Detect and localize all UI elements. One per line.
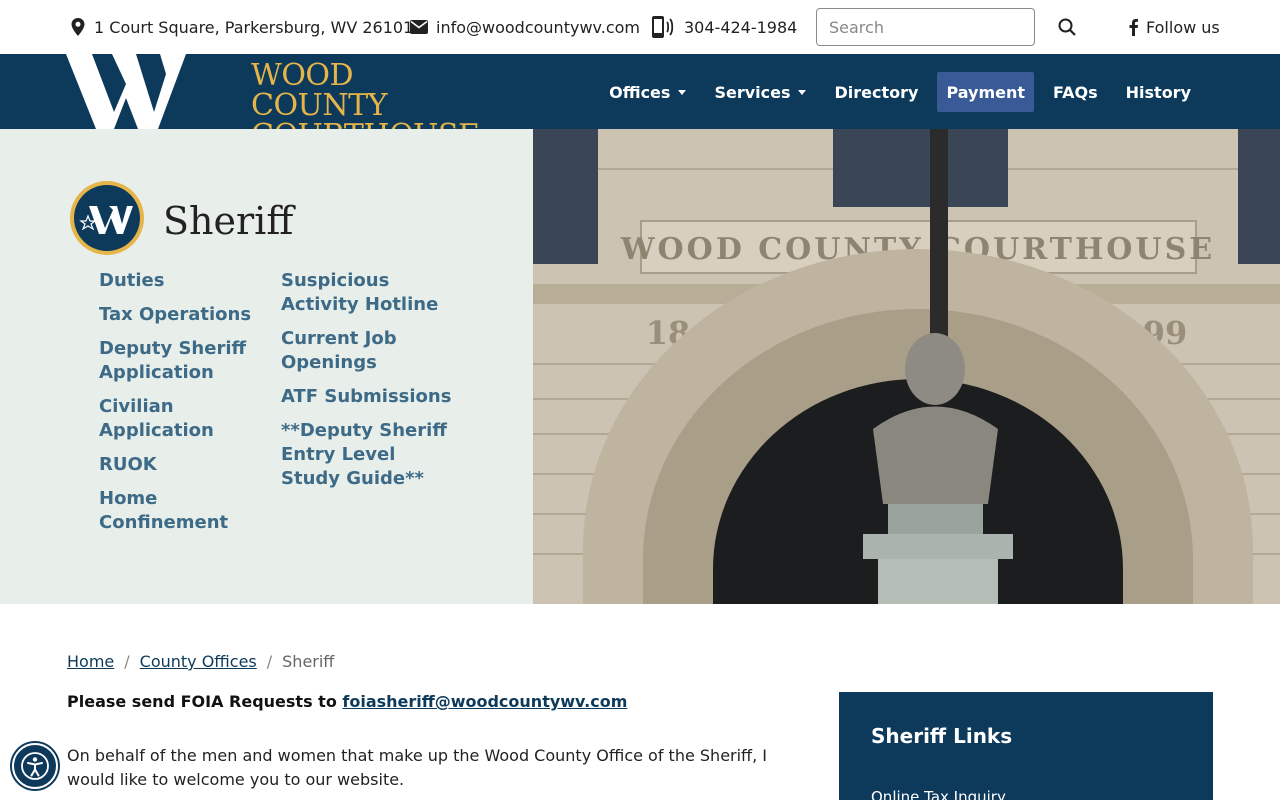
welcome-paragraph: On behalf of the men and women that make… — [67, 746, 767, 789]
breadcrumb-current: Sheriff — [282, 652, 335, 671]
link-home-confinement[interactable]: Home Confinement — [99, 487, 264, 535]
page-title: Sheriff — [163, 199, 294, 243]
foia-prefix: Please send FOIA Requests to — [67, 692, 343, 711]
nav-services[interactable]: Services — [705, 72, 815, 112]
link-ruok[interactable]: RUOK — [99, 453, 264, 477]
link-atf-submissions[interactable]: ATF Submissions — [281, 385, 456, 409]
breadcrumb-separator: / — [266, 652, 273, 671]
sheriff-links-col-2: Suspicious Activity Hotline Current Job … — [281, 269, 456, 501]
courthouse-photo: WOOD COUNTY COURTHOUSE 18 99 — [533, 129, 1280, 604]
nav-faqs[interactable]: FAQs — [1044, 72, 1107, 112]
phone-icon — [652, 16, 674, 38]
chevron-down-icon — [678, 89, 687, 95]
logo-line-1: WOOD COUNTY — [251, 58, 387, 123]
primary-nav: Offices Services Directory Payment FAQs … — [590, 72, 1200, 112]
breadcrumb-county-offices[interactable]: County Offices — [140, 652, 257, 671]
nav-directory[interactable]: Directory — [825, 72, 927, 112]
envelope-icon — [410, 20, 428, 34]
site-logo[interactable]: WOOD COUNTY COURTHOUSE — [66, 54, 480, 151]
phone-link[interactable]: 304-424-1984 — [684, 18, 797, 37]
nav-offices-label: Offices — [609, 82, 671, 102]
sheriff-links-title: Sheriff Links — [871, 724, 1013, 748]
breadcrumb-home[interactable]: Home — [67, 652, 114, 671]
link-civilian-application[interactable]: Civilian Application — [99, 395, 264, 443]
email-item[interactable]: info@woodcountywv.com — [410, 0, 640, 54]
link-current-job-openings[interactable]: Current Job Openings — [281, 327, 456, 375]
link-online-tax-inquiry[interactable]: Online Tax Inquiry — [871, 788, 1006, 800]
search-button[interactable] — [1054, 14, 1080, 40]
accessibility-button[interactable] — [12, 743, 58, 789]
hero-panel: Sheriff Duties Tax Operations Deputy She… — [0, 129, 533, 604]
top-utility-bar: 1 Court Square, Parkersburg, WV 26101 in… — [0, 0, 1280, 54]
link-suspicious-activity-hotline[interactable]: Suspicious Activity Hotline — [281, 269, 456, 317]
link-deputy-sheriff-application[interactable]: Deputy Sheriff Application — [99, 337, 264, 385]
chevron-down-icon — [798, 89, 807, 95]
breadcrumb-separator: / — [124, 652, 130, 671]
sheriff-links-col-1: Duties Tax Operations Deputy Sheriff App… — [99, 269, 264, 545]
search-icon — [1058, 18, 1076, 36]
main-navbar: WOOD COUNTY COURTHOUSE Offices Services … — [0, 54, 1280, 151]
link-tax-operations[interactable]: Tax Operations — [99, 303, 264, 327]
nav-history[interactable]: History — [1117, 72, 1200, 112]
courthouse-illustration: WOOD COUNTY COURTHOUSE 18 99 — [533, 129, 1280, 604]
foia-email-link[interactable]: foiasheriff@woodcountywv.com — [342, 692, 627, 711]
search-input[interactable] — [816, 8, 1035, 46]
email-link[interactable]: info@woodcountywv.com — [436, 18, 640, 37]
location-pin-icon — [71, 18, 85, 36]
follow-us-text: Follow us — [1146, 17, 1220, 37]
sheriff-links-panel: Sheriff Links Online Tax Inquiry — [839, 692, 1213, 800]
facebook-icon — [1129, 19, 1138, 36]
link-duties[interactable]: Duties — [99, 269, 264, 293]
accessibility-icon — [21, 752, 49, 780]
link-deputy-sheriff-study-guide[interactable]: **Deputy Sheriff Entry Level Study Guide… — [281, 419, 456, 491]
nav-offices[interactable]: Offices — [600, 72, 695, 112]
phone-item[interactable]: 304-424-1984 — [650, 0, 797, 54]
address-text: 1 Court Square, Parkersburg, WV 26101 — [94, 17, 414, 37]
follow-us-link[interactable]: Follow us — [1128, 0, 1220, 54]
breadcrumb: Home / County Offices / Sheriff — [67, 652, 334, 671]
nav-services-label: Services — [714, 82, 791, 102]
nav-payment[interactable]: Payment — [937, 72, 1035, 112]
foia-notice: Please send FOIA Requests to foiasheriff… — [67, 692, 627, 711]
sheriff-badge-icon — [70, 181, 144, 255]
w-logo-icon — [66, 54, 186, 129]
address-item: 1 Court Square, Parkersburg, WV 26101 — [70, 0, 413, 54]
